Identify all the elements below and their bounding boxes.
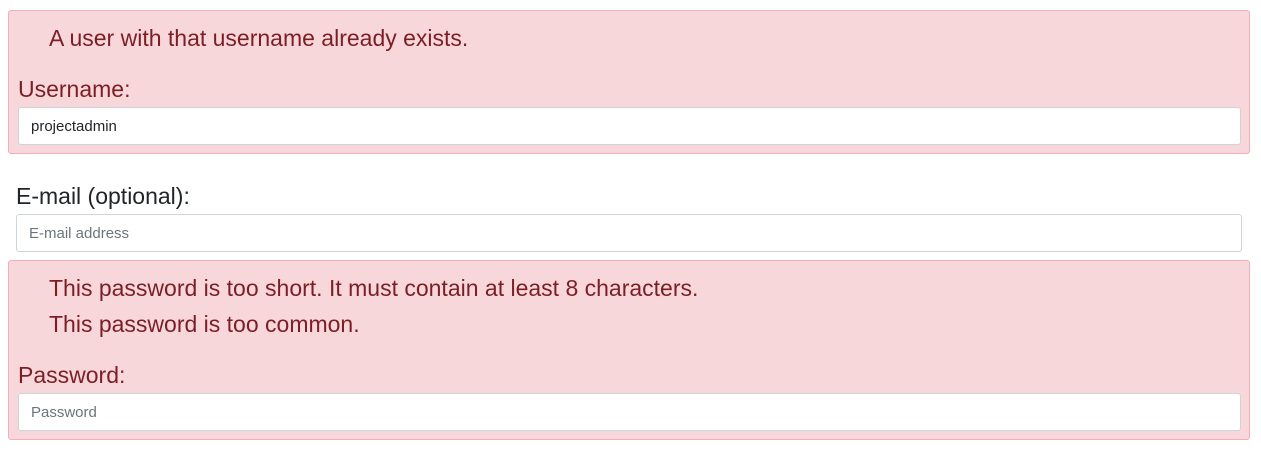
password-label: Password:: [18, 362, 126, 388]
username-error-message: A user with that username already exists…: [49, 25, 469, 51]
password-error-too-common: This password is too common.: [49, 311, 360, 337]
password-input[interactable]: [18, 393, 1241, 431]
password-error-group: This password is too short. It must cont…: [8, 260, 1250, 440]
username-input[interactable]: [18, 107, 1241, 145]
username-error-group: A user with that username already exists…: [8, 10, 1250, 154]
email-label: E-mail (optional):: [16, 183, 190, 209]
registration-form: A user with that username already exists…: [0, 0, 1261, 450]
email-input[interactable]: [16, 214, 1242, 252]
username-label: Username:: [18, 76, 131, 102]
password-error-too-short: This password is too short. It must cont…: [49, 275, 699, 301]
